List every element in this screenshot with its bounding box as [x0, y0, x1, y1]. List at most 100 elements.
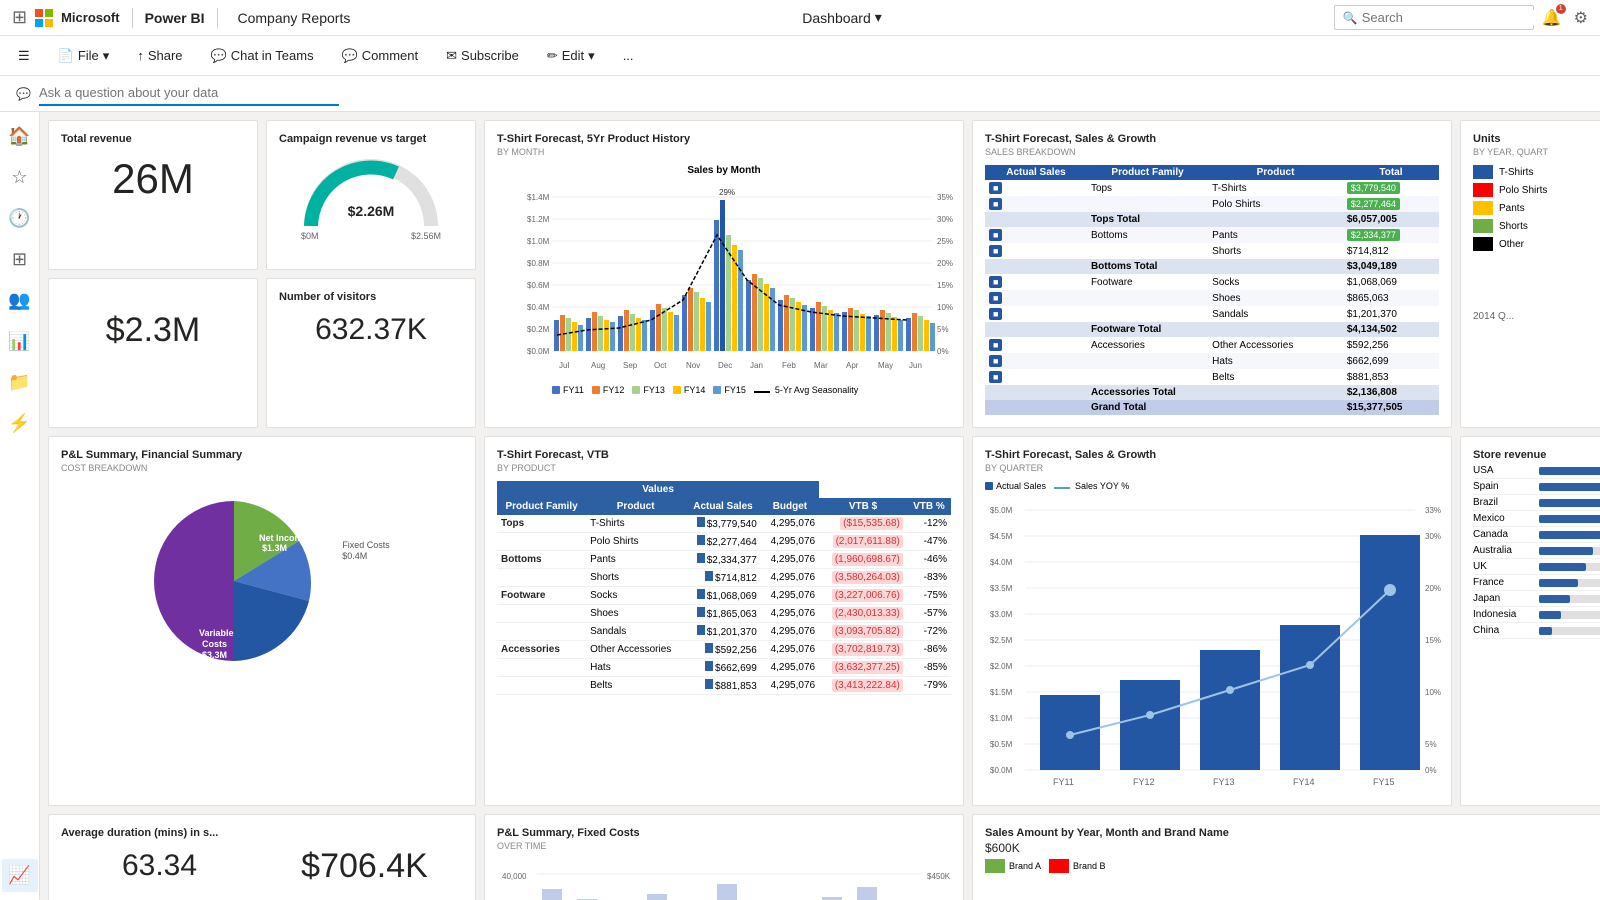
sidebar-deployment[interactable]: ⚡	[2, 407, 38, 440]
sidebar-metrics[interactable]: 📊	[2, 325, 38, 358]
pl-summary-card: P&L Summary, Financial Summary COST BREA…	[48, 436, 476, 806]
svg-text:Oct: Oct	[654, 361, 667, 370]
notification-icon[interactable]: 🔔 1	[1542, 8, 1562, 28]
svg-text:Dec: Dec	[718, 361, 732, 370]
svg-text:$0.8M: $0.8M	[527, 259, 550, 268]
svg-text:$4.5M: $4.5M	[990, 532, 1013, 541]
comment-button[interactable]: 💬 Comment	[336, 44, 425, 68]
svg-text:0%: 0%	[1425, 766, 1437, 775]
search-icon: 🔍	[1343, 11, 1358, 25]
avg-duration-pl-card: Average duration (mins) in s... 63.34 $7…	[48, 814, 476, 900]
sales-bar-chart: $1.4M $1.2M $1.0M $0.8M $0.6M $0.4M $0.2…	[497, 180, 957, 380]
gauge-low: $0M	[301, 231, 319, 241]
vtb-card: T-Shirt Forecast, VTB BY PRODUCT Values …	[484, 436, 964, 806]
svg-text:30%: 30%	[937, 215, 953, 224]
store-item: France	[1473, 575, 1600, 591]
sidebar: 🏠 ☆ 🕐 ⊞ 👥 📊 📁 ⚡ 📈	[0, 112, 40, 900]
svg-text:$1.4M: $1.4M	[527, 193, 550, 202]
ms-logo: Microsoft	[35, 9, 120, 27]
table-row: ■ Belts $881,853	[985, 369, 1439, 385]
nav-divider	[132, 8, 133, 28]
sidebar-shared[interactable]: 👥	[2, 284, 38, 317]
svg-text:FY14: FY14	[1293, 777, 1315, 785]
settings-icon[interactable]: ⚙	[1574, 8, 1588, 28]
sidebar-recent[interactable]: 🕐	[2, 202, 38, 235]
svg-text:$5.0M: $5.0M	[990, 506, 1013, 515]
comment-label: Comment	[362, 48, 418, 63]
share-button[interactable]: ↑ Share	[131, 44, 188, 67]
svg-text:15%: 15%	[937, 281, 953, 290]
svg-text:FY13: FY13	[1213, 777, 1235, 785]
sidebar-workspaces[interactable]: 📁	[2, 366, 38, 399]
qa-icon: 💬	[16, 87, 31, 101]
gauge-labels: $0M $2.56M	[301, 231, 441, 241]
store-list: USA Spain Brazil Mexico Canada	[1473, 463, 1600, 639]
toolbar: ☰ 📄 File ▾ ↑ Share 💬 Chat in Teams 💬 Com…	[0, 36, 1600, 76]
search-input[interactable]	[1362, 10, 1538, 25]
more-button[interactable]: ...	[617, 44, 640, 67]
sales-breakdown-title: T-Shirt Forecast, Sales & Growth	[985, 133, 1439, 145]
chat-label: Chat in Teams	[231, 48, 314, 63]
growth-bar-chart: $5.0M $4.5M $4.0M $3.5M $3.0M $2.5M $2.0…	[985, 495, 1445, 785]
dashboard-grid: Total revenue 26M Campaign revenue vs ta…	[40, 112, 1600, 900]
pie-chart: Net Income $1.3M Variable Costs $3.3M	[134, 481, 334, 681]
sidebar-home[interactable]: 🏠	[2, 120, 38, 153]
brand-title: Sales Amount by Year, Month and Brand Na…	[985, 827, 1600, 839]
dashboard-dropdown[interactable]: Dashboard ▾	[802, 9, 882, 26]
units-card: Units BY YEAR, QUART T-Shirts Polo Shirt…	[1460, 120, 1600, 428]
svg-text:FY12: FY12	[1133, 777, 1155, 785]
growth-subtitle: BY QUARTER	[985, 463, 1439, 473]
sidebar-apps[interactable]: ⊞	[2, 243, 38, 276]
svg-text:20%: 20%	[937, 259, 953, 268]
edit-button[interactable]: ✏ Edit ▾	[541, 44, 601, 68]
vtb-row: Shoes $1,865,063 4,295,076 (2,430,013.33…	[497, 605, 951, 623]
pie-legend: Fixed Costs $0.4M	[342, 570, 390, 592]
table-row: ■ Hats $662,699	[985, 353, 1439, 369]
col-family: Actual Sales	[985, 165, 1087, 180]
vtb-row: Footware Socks $1,068,069 4,295,076 (3,2…	[497, 587, 951, 605]
svg-text:FY15: FY15	[1373, 777, 1395, 785]
tshirt-history-card: T-Shirt Forecast, 5Yr Product History BY…	[484, 120, 964, 428]
avg-dur-title: Average duration (mins) in s...	[61, 827, 258, 839]
svg-text:33%: 33%	[1425, 506, 1441, 515]
subscribe-button[interactable]: ✉ Subscribe	[440, 44, 525, 68]
share-label: Share	[148, 48, 183, 63]
growth-legend: Actual Sales Sales YOY %	[985, 481, 1439, 491]
sales-breakdown-subtitle: SALES BREAKDOWN	[985, 147, 1439, 157]
ms-text: Microsoft	[61, 10, 120, 25]
svg-text:Feb: Feb	[782, 361, 796, 370]
notif-badge: 1	[1556, 4, 1566, 14]
svg-text:Jul: Jul	[559, 361, 569, 370]
svg-text:40,000: 40,000	[502, 872, 527, 881]
sidebar-reports[interactable]: 📈	[2, 859, 38, 892]
table-row: ■ Shoes $865,063	[985, 290, 1439, 306]
svg-text:$0.4M: $0.4M	[527, 303, 550, 312]
fixed-costs-subtitle: OVER TIME	[497, 841, 951, 851]
vtb-row: Hats $662,699 4,295,076 (3,632,377.25) -…	[497, 659, 951, 677]
svg-text:FY11: FY11	[1053, 777, 1074, 785]
search-box[interactable]: 🔍	[1334, 5, 1534, 30]
svg-text:15%: 15%	[1425, 636, 1441, 645]
vtb-subtitle: BY PRODUCT	[497, 463, 951, 473]
svg-text:$1.5M: $1.5M	[990, 688, 1013, 697]
comment-icon: 💬	[342, 48, 358, 64]
svg-text:25%: 25%	[937, 237, 953, 246]
main-layout: 🏠 ☆ 🕐 ⊞ 👥 📊 📁 ⚡ 📈 Total revenue 26M Camp…	[0, 112, 1600, 900]
svg-text:$2.26M: $2.26M	[348, 203, 395, 219]
edit-icon: ✏	[547, 48, 558, 64]
visitors-title: Number of visitors	[279, 291, 463, 303]
svg-text:$1.0M: $1.0M	[527, 237, 550, 246]
svg-text:$3.5M: $3.5M	[990, 584, 1013, 593]
vtb-table: Values Product Family Product Actual Sal…	[497, 481, 951, 695]
sidebar-favorites[interactable]: ☆	[2, 161, 38, 194]
vtb-row: Belts $881,853 4,295,076 (3,413,222.84) …	[497, 677, 951, 695]
qa-input[interactable]	[39, 81, 339, 106]
vtb-row: Bottoms Pants $2,334,377 4,295,076 (1,96…	[497, 551, 951, 569]
sales-breakdown-card: T-Shirt Forecast, Sales & Growth SALES B…	[972, 120, 1452, 428]
file-button[interactable]: 📄 File ▾	[52, 44, 116, 68]
grid-icon[interactable]: ⊞	[12, 7, 27, 28]
hamburger-menu[interactable]: ☰	[12, 44, 36, 68]
chat-button[interactable]: 💬 Chat in Teams	[205, 44, 320, 68]
col-total: Product	[1208, 165, 1343, 180]
svg-text:$2.5M: $2.5M	[990, 636, 1013, 645]
